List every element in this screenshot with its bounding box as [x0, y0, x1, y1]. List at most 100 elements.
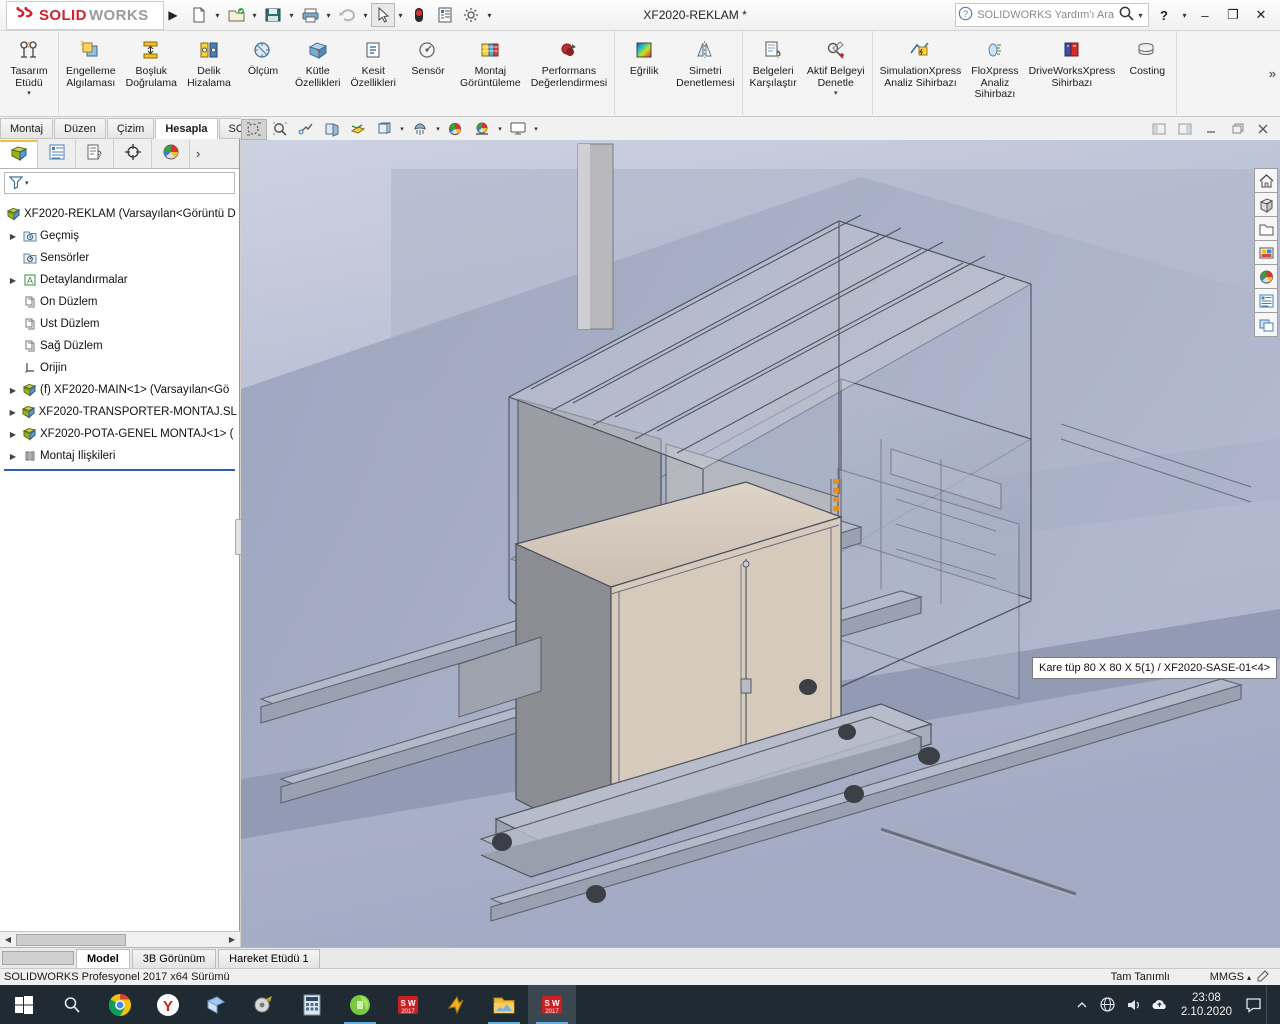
tree-item-xf2020-pota-genel-montaj[interactable]: ▶ XF2020-POTA-GENEL MONTAJ<1> ( — [2, 423, 237, 445]
print-document-button[interactable] — [297, 2, 323, 28]
cloud-icon[interactable] — [1147, 997, 1173, 1013]
solidworks-logo[interactable]: SOLID WORKS — [6, 0, 164, 30]
tree-item-xf2020-transporter-montaj[interactable]: ▶ XF2020-TRANSPORTER-MONTAJ.SLD — [2, 401, 237, 423]
ribbon-item-bosluk-dogrulama[interactable]: Boşluk Doğrulama — [121, 34, 182, 89]
units-caret-icon[interactable]: ▴ — [1247, 973, 1251, 982]
view-orientation-button[interactable] — [345, 119, 371, 140]
viewport-horizontal-scrollbar[interactable] — [2, 951, 74, 965]
doc-tab-model[interactable]: Model — [76, 949, 130, 968]
doc-tab-hareket-etudu[interactable]: Hareket Etüdü 1 — [218, 949, 320, 968]
scroll-right-arrow-icon[interactable]: ▶ — [224, 935, 240, 944]
options-gear-button[interactable] — [458, 2, 484, 28]
minimize-document-button[interactable] — [1198, 119, 1224, 140]
ribbon-item-delik-hizalama[interactable]: Delik Hizalama — [182, 34, 236, 89]
ribbon-item-egrilik[interactable]: Eğrilik — [617, 34, 671, 78]
dimxpert-manager-tab[interactable] — [114, 139, 152, 168]
home-house-icon[interactable] — [1254, 168, 1278, 193]
help-caret[interactable]: ▾ — [1179, 11, 1190, 20]
task-pane-icon[interactable] — [1254, 312, 1278, 337]
ribbon-item-simulationxpress[interactable]: SimulationXpress Analiz Sihirbazı — [875, 34, 967, 89]
chrome-taskbar-button[interactable] — [96, 985, 144, 1024]
open-document-caret[interactable]: ▾ — [249, 11, 260, 20]
tree-item-root[interactable]: XF2020-REKLAM (Varsayılan<Görüntü D — [2, 203, 237, 225]
file-properties-button[interactable] — [432, 2, 458, 28]
previous-view-button[interactable] — [293, 119, 319, 140]
hide-show-items-button[interactable] — [407, 119, 433, 140]
search-icon[interactable] — [1118, 5, 1135, 25]
qat-expand-arrow[interactable]: ▶ — [164, 8, 182, 22]
globe-icon[interactable] — [1095, 996, 1121, 1013]
tree-item-on-duzlem[interactable]: Ön Düzlem — [2, 291, 237, 313]
chevron-down-icon[interactable]: ▾ — [834, 90, 838, 97]
new-document-caret[interactable]: ▾ — [212, 11, 223, 20]
edit-units-icon[interactable] — [1257, 969, 1280, 985]
scrollbar-thumb[interactable] — [16, 933, 126, 946]
print-document-caret[interactable]: ▾ — [323, 11, 334, 20]
expand-arrow-icon[interactable]: ▶ — [6, 276, 20, 285]
ribbon-item-costing[interactable]: Costing — [1120, 34, 1174, 78]
tree-item-sag-duzlem[interactable]: Sağ Düzlem — [2, 335, 237, 357]
restore-window-button[interactable]: ❐ — [1220, 3, 1246, 27]
undo-caret[interactable]: ▾ — [360, 11, 371, 20]
taskbar-clock[interactable]: 23:08 2.10.2020 — [1173, 991, 1240, 1019]
search-taskbar-button[interactable] — [48, 985, 96, 1024]
units-selector[interactable]: MMGS ▴ — [1210, 971, 1257, 983]
feature-tree-tab[interactable] — [0, 139, 38, 168]
restore-pane-left-button[interactable] — [1146, 119, 1172, 140]
view-settings-caret[interactable]: ▾ — [531, 125, 541, 133]
zoom-to-fit-button[interactable] — [241, 118, 267, 140]
help-search-box[interactable]: ? SOLIDWORKS Yardım'ı Ara ▾ — [955, 3, 1149, 27]
expand-arrow-icon[interactable]: ▶ — [6, 232, 20, 241]
graphics-viewport[interactable]: Y X Z — [241, 139, 1280, 947]
decals-icon[interactable] — [1254, 240, 1278, 265]
green-app-taskbar-button[interactable] — [336, 985, 384, 1024]
feature-tree-horizontal-scrollbar[interactable]: ◀ ▶ — [0, 931, 240, 947]
ribbon-item-kutle-ozellikleri[interactable]: Kütle Özellikleri — [290, 34, 346, 89]
property-manager-tab[interactable] — [38, 139, 76, 168]
appearances-folder-icon[interactable] — [1254, 216, 1278, 241]
calculator-taskbar-button[interactable] — [288, 985, 336, 1024]
tree-item-xf2020-main[interactable]: ▶ (f) XF2020-MAIN<1> (Varsayılan<Gö — [2, 379, 237, 401]
solidworks-2017-taskbar-button[interactable]: S W 2017 — [384, 985, 432, 1024]
tree-item-detaylandirmalar[interactable]: ▶ A Detaylandırmalar — [2, 269, 237, 291]
start-button[interactable] — [0, 985, 48, 1024]
undo-button[interactable] — [334, 2, 360, 28]
apply-scene-button[interactable] — [469, 119, 495, 140]
ribbon-item-simetri-denetlemesi[interactable]: Simetri Denetlemesi — [671, 34, 739, 89]
action-center-icon[interactable] — [1240, 996, 1266, 1013]
ribbon-item-aktif-belgeyi-denetle[interactable]: Aktif Belgeyi Denetle ▾ — [802, 34, 870, 97]
ribbon-item-tasarim-etudu[interactable]: Tasarım Etüdü ▾ — [2, 34, 56, 97]
select-tool-caret[interactable]: ▾ — [395, 11, 406, 20]
tree-item-gecmis[interactable]: ▶ Geçmiş — [2, 225, 237, 247]
minimize-window-button[interactable]: – — [1192, 3, 1218, 27]
ribbon-item-kesit-ozellikleri[interactable]: Kesit Özellikleri — [346, 34, 402, 89]
hide-show-items-caret[interactable]: ▾ — [433, 125, 443, 133]
chevron-up-icon[interactable] — [1069, 998, 1095, 1012]
restore-document-button[interactable] — [1224, 119, 1250, 140]
speaker-icon[interactable] — [1121, 997, 1147, 1013]
ribbon-item-sensor[interactable]: Sensör — [401, 34, 455, 78]
view-cube-icon[interactable] — [1254, 192, 1278, 217]
doc-tab-3b-gorunum[interactable]: 3B Görünüm — [131, 949, 217, 968]
ribbon-item-floxpress[interactable]: FloXpress Analiz Sihirbazı — [966, 34, 1023, 101]
open-document-button[interactable] — [223, 2, 249, 28]
close-document-button[interactable] — [1250, 119, 1276, 140]
feature-manager-expand-arrow[interactable]: › — [196, 146, 200, 161]
tab-cizim[interactable]: Çizim — [106, 118, 155, 139]
save-document-caret[interactable]: ▾ — [286, 11, 297, 20]
show-desktop-strip[interactable] — [1266, 985, 1276, 1024]
select-tool-button[interactable] — [371, 3, 395, 27]
close-window-button[interactable]: ✕ — [1248, 3, 1274, 27]
tab-montaj[interactable]: Montaj — [0, 118, 54, 139]
ribbon-item-olcum[interactable]: Ölçüm — [236, 34, 290, 78]
ribbon-overflow-button[interactable]: » — [1265, 31, 1280, 116]
restore-pane-right-button[interactable] — [1172, 119, 1198, 140]
ribbon-item-driveworksxpress[interactable]: DriveWorksXpress Sihirbazı — [1024, 34, 1121, 89]
ribbon-item-performans-degerlendirmesi[interactable]: Performans Değerlendirmesi — [526, 34, 612, 89]
expand-arrow-icon[interactable]: ▶ — [6, 408, 19, 417]
expand-arrow-icon[interactable]: ▶ — [6, 430, 20, 439]
section-view-button[interactable] — [319, 119, 345, 140]
tab-duzen[interactable]: Düzen — [54, 118, 106, 139]
view-settings-button[interactable] — [505, 119, 531, 140]
custom-properties-icon[interactable] — [1254, 288, 1278, 313]
